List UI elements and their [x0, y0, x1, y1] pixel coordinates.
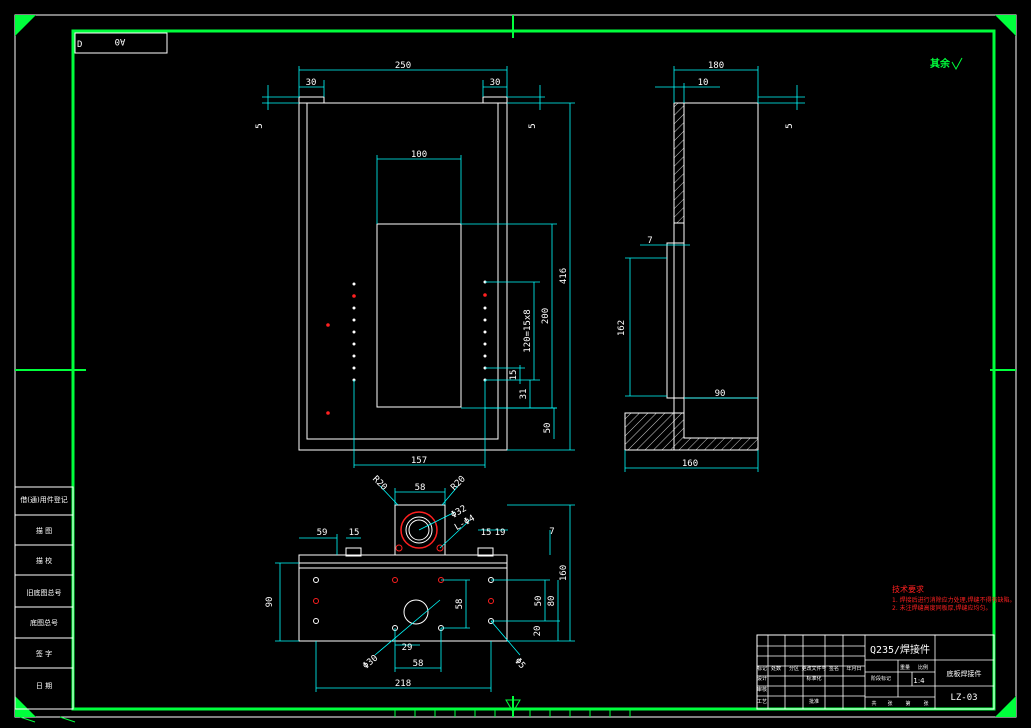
title-part-name: 底板焊接件	[947, 669, 982, 678]
tech-title: 技术要求	[892, 584, 924, 594]
corner-triangle-tr	[995, 15, 1016, 36]
title-sheet-3: 张	[923, 700, 928, 707]
dim-side-6: 160	[682, 459, 698, 469]
title-header-0: 标记	[757, 665, 767, 672]
strip-cell-0: 借(通)用件登记	[20, 495, 67, 504]
title-sheet-2: 第	[905, 700, 910, 707]
dim-side-5: 90	[715, 389, 726, 399]
dim-top-11: 90	[265, 597, 275, 608]
strip-cell-2: 描 校	[36, 556, 52, 565]
dim-top-18: 58	[413, 659, 424, 669]
title-header-4: 签名	[829, 665, 839, 672]
front-dimension-texts: 250 30 30 5 5 100 416 200 120=15x8 15 31…	[255, 61, 569, 466]
dim-side-0: 180	[708, 61, 724, 71]
dim-top-10: 160	[559, 565, 569, 581]
tech-requirements: 技术要求 1. 焊接后进行消除应力处理,焊缝不得有缺陷。 2. 未注焊缝高度同板…	[892, 584, 1016, 612]
dim-top-6: 59	[317, 528, 328, 538]
dim-top-15: 20	[533, 626, 543, 637]
title-role-2: 审核	[757, 686, 767, 693]
strip-cell-5: 签 字	[36, 649, 52, 658]
title-header-3: 更改文件号	[801, 665, 826, 672]
dim-front-9: 15	[509, 370, 519, 381]
strip-cell-1: 描 图	[36, 526, 52, 535]
left-strip: 借(通)用件登记 描 图 描 校 旧底图总号 底图总号 签 字 日 期	[14, 486, 74, 710]
dim-top-7: 15	[349, 528, 360, 538]
dim-side-1: 10	[698, 78, 709, 88]
sheet-size-label: A0	[115, 36, 126, 46]
tech-line-2: 2. 未注焊缝高度同板厚,焊缝应均匀。	[892, 604, 992, 612]
title-role-3: 工艺	[757, 699, 767, 705]
strip-cell-4: 底图总号	[30, 618, 58, 627]
title-role-1: 标准化	[806, 675, 821, 682]
dim-top-17: 29	[402, 643, 413, 653]
dim-front-5: 100	[411, 150, 427, 160]
side-dimension-lines	[624, 66, 805, 472]
title-scale: 1:4	[913, 677, 925, 685]
title-drawing-no: LZ-03	[950, 693, 977, 703]
dim-front-6: 416	[559, 268, 569, 284]
corner-mark: D	[77, 40, 82, 50]
title-role-0: 设计	[757, 675, 767, 682]
front-view	[298, 96, 508, 451]
title-role-4: 批准	[809, 698, 819, 705]
title-stage-label: 阶段标记	[871, 675, 891, 682]
dim-front-1: 30	[306, 78, 317, 88]
dim-front-11: 50	[543, 423, 553, 434]
dim-top-13: 80	[547, 596, 557, 607]
top-view	[298, 504, 508, 642]
other-surface-label: 其余	[930, 57, 951, 70]
title-header-1: 处数	[771, 665, 781, 672]
dim-front-8: 120=15x8	[523, 309, 533, 352]
tech-line-1: 1. 焊接后进行消除应力处理,焊缝不得有缺陷。	[892, 596, 1016, 604]
strip-cell-6: 日 期	[36, 682, 52, 690]
zone-ticks	[19, 709, 631, 723]
dim-front-4: 5	[528, 123, 538, 128]
dim-top-2: R20	[449, 474, 468, 493]
corner-triangle-br	[995, 696, 1016, 717]
dim-side-2: 5	[785, 123, 795, 128]
top-dimension-lines	[275, 485, 575, 692]
title-block: Q235/焊接件 底板焊接件 LZ-03 1:4 标记 处数 分区 更改文件号 …	[756, 634, 995, 710]
title-sheet-0: 共	[871, 700, 876, 707]
dim-top-12: 50	[534, 596, 544, 607]
dim-top-9: 19	[495, 528, 506, 538]
corner-triangle-bl	[15, 696, 36, 717]
dim-top-19: 218	[395, 679, 411, 689]
title-header-5: 年月日	[846, 665, 861, 672]
dim-top-5: 7	[549, 527, 554, 537]
strip-cell-3: 旧底图总号	[27, 588, 62, 597]
title-sheet-1: 张	[887, 700, 892, 707]
dim-top-1: R20	[370, 474, 389, 493]
dim-top-20: Φ5	[512, 656, 527, 671]
top-dimension-texts: 58 R20 R20 Φ32 L-Φ4 7 59 15 15 19 160 90…	[265, 474, 569, 689]
roughness-symbol	[951, 57, 963, 71]
title-weight-label: 重量	[900, 664, 910, 671]
dim-top-0: 58	[415, 483, 426, 493]
dim-top-14: 58	[455, 599, 465, 610]
dim-front-2: 30	[490, 78, 501, 88]
title-header-2: 分区	[789, 665, 799, 672]
outer-frame	[14, 14, 1017, 718]
dim-side-4: 162	[617, 320, 627, 336]
dim-top-8: 15	[481, 528, 492, 538]
side-dimension-texts: 180 10 5 7 162 90 160	[617, 61, 795, 469]
dim-top-16: Φ30	[361, 653, 380, 671]
dim-front-3: 5	[255, 123, 265, 128]
title-material: Q235/焊接件	[870, 643, 930, 656]
title-scale-label: 比例	[918, 664, 928, 671]
corner-triangle-tl	[15, 15, 36, 36]
dim-front-7: 200	[541, 308, 551, 324]
dim-front-10: 31	[519, 389, 529, 400]
dim-side-3: 7	[647, 236, 652, 246]
drawing-canvas: A0 D 其余 250 30 30 5 5 100 416 200 120=15…	[14, 14, 1017, 723]
dim-front-12: 157	[411, 456, 427, 466]
dim-front-0: 250	[395, 61, 411, 71]
